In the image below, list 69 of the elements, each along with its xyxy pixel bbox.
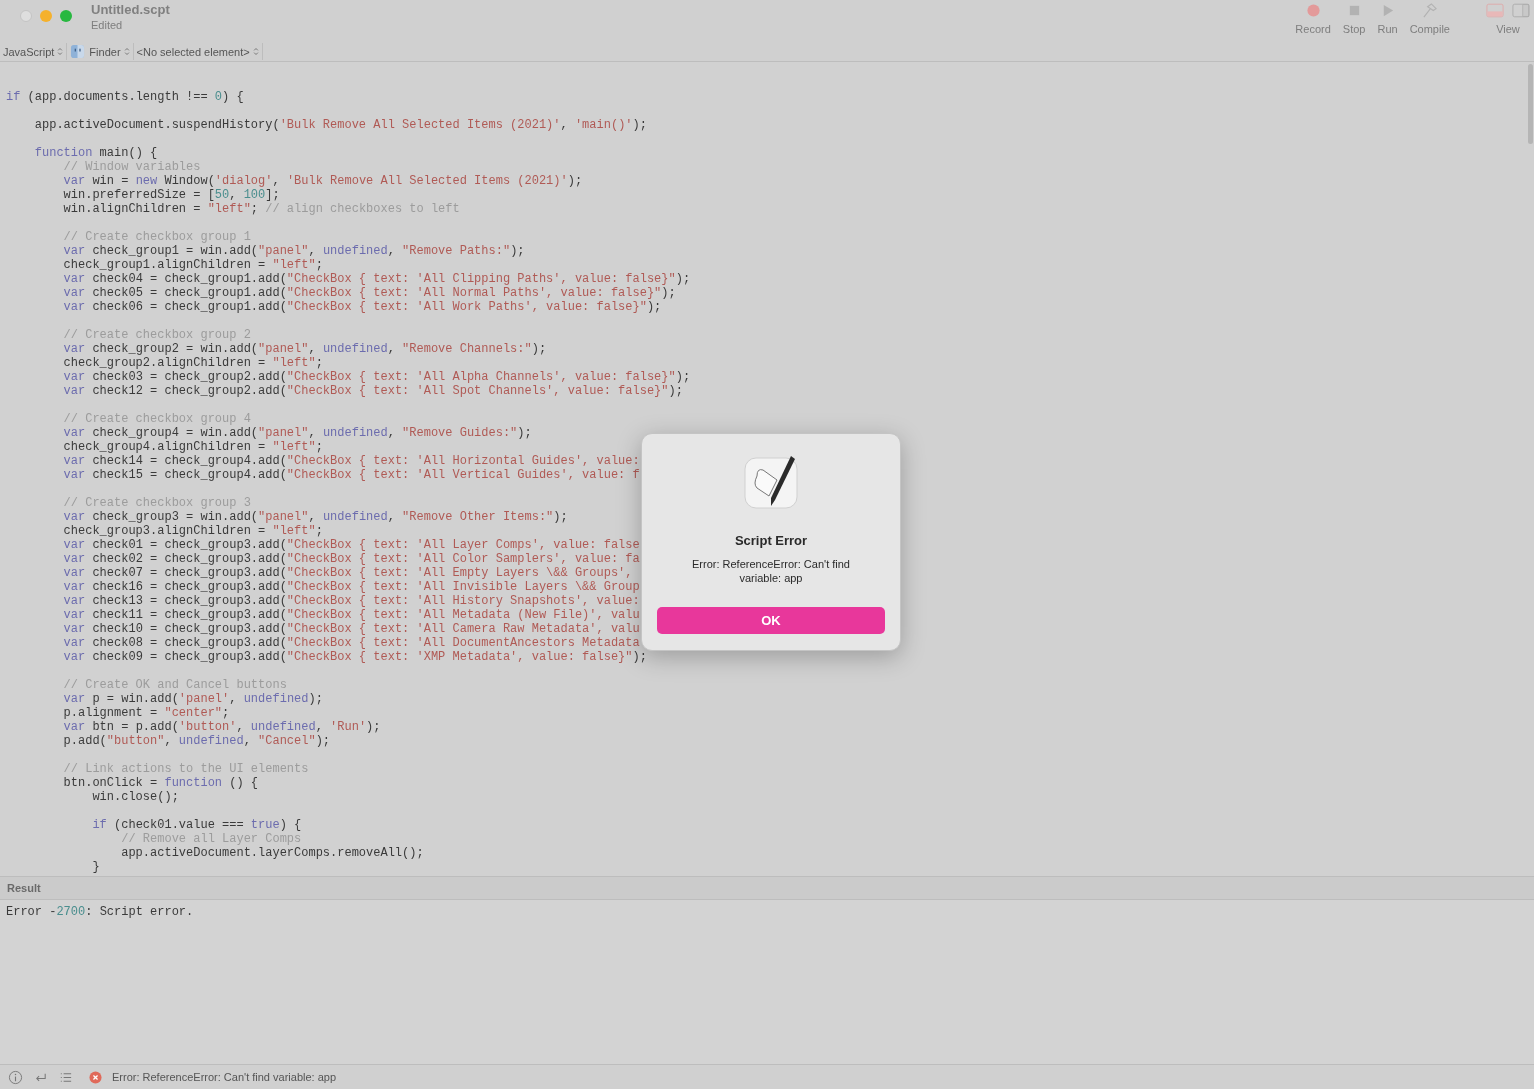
code-line: var check15 = check_group4.add("CheckBox { text: 'All Vertical Guides', value: f (62, 468, 640, 482)
zoom-button[interactable] (60, 10, 72, 22)
code-line: } (91, 860, 100, 874)
hammer-icon (1422, 3, 1438, 18)
code-line: var check_group2 = win.add("panel", undefined, "Remove Channels:"); (62, 342, 547, 356)
minimize-button[interactable] (40, 10, 52, 22)
code-line: check_group4.alignChildren = "left"; (62, 440, 323, 454)
code-line: var check06 = check_group1.add("CheckBox { text: 'All Work Paths', value: false}"); (62, 300, 662, 314)
result-title: Result (7, 882, 41, 894)
popup-button[interactable]: <No selected element> (133, 43, 263, 60)
application-popup[interactable]: Finder (67, 43, 134, 60)
code-line: if (check01.value === true) { (91, 818, 302, 832)
scrollbar-thumb[interactable] (1528, 64, 1533, 144)
popup-button[interactable]: JavaScript (0, 43, 68, 60)
code-line: app.activeDocument.layerComps.removeAll(); (120, 846, 424, 860)
paper-and-pen-icon (743, 454, 799, 510)
code-line: var check09 = check_group3.add("CheckBox { text: 'XMP Metadata', value: false}"); (62, 650, 647, 664)
side-panel-icon[interactable] (1512, 3, 1530, 18)
updown-icon (252, 47, 259, 56)
code-line: var p = win.add('panel', undefined); (62, 692, 323, 706)
stop-button[interactable]: Stop (1336, 3, 1372, 35)
code-line: var check_group1 = win.add("panel", undefined, "Remove Paths:"); (62, 244, 525, 258)
code-line: var check11 = check_group3.add("CheckBox { text: 'All Metadata (New File)', valu (62, 608, 640, 622)
close-button[interactable] (20, 10, 32, 22)
code-line: var check07 = check_group3.add("CheckBox { text: 'All Empty Layers \&& Groups', (62, 566, 633, 580)
run-button[interactable]: Run (1371, 3, 1404, 35)
dialog-title: Script Error (734, 533, 808, 548)
code-line: check_group3.alignChildren = "left"; (62, 524, 323, 538)
compile-button[interactable]: Compile (1403, 3, 1456, 35)
code-line: win.preferredSize = [50, 100]; (62, 188, 280, 202)
code-line: win.close(); (91, 790, 179, 804)
code-line: function main() { (33, 146, 158, 160)
code-line: var win = new Window('dialog', 'Bulk Remove All Selected Items (2021)'); (62, 174, 583, 188)
info-icon[interactable] (8, 1069, 23, 1085)
code-line: var check14 = check_group4.add("CheckBox { text: 'All Horizontal Guides', value: (62, 454, 640, 468)
code-line: app.activeDocument.suspendHistory('Bulk Remove All Selected Items (2021)', 'main()'); (33, 118, 647, 132)
document-status: Edited (91, 18, 124, 32)
code-line: var check10 = check_group3.add("CheckBox { text: 'All Camera Raw Metadata', valu (62, 622, 640, 636)
updown-icon (57, 47, 64, 56)
code-line: var check03 = check_group2.add("CheckBox { text: 'All Alpha Channels', value: false}"); (62, 370, 691, 384)
view-control[interactable]: View (1486, 3, 1530, 35)
code-line: var check01 = check_group3.add("CheckBox { text: 'All Layer Comps', value: false (62, 538, 640, 552)
bottom-panel-icon[interactable] (1486, 3, 1504, 18)
code-line: var check05 = check_group1.add("CheckBox { text: 'All Normal Paths', value: false}"); (62, 286, 676, 300)
record-button[interactable]: Record (1289, 3, 1337, 35)
record-icon (1305, 3, 1321, 18)
code-line: check_group1.alignChildren = "left"; (62, 258, 323, 272)
window-title: Untitled.scpt (91, 2, 170, 18)
code-line: p.alignment = "center"; (62, 706, 230, 720)
code-line: var check13 = check_group3.add("CheckBox { text: 'All History Snapshots', value: (62, 594, 640, 608)
dialog-message: Error: ReferenceError: Can't find variable: app (691, 557, 851, 585)
error-icon (89, 1070, 102, 1084)
status-message: Error: ReferenceError: Can't find variable: app (112, 1071, 337, 1083)
ok-button[interactable]: OK (657, 607, 885, 634)
code-line: var check_group3 = win.add("panel", undefined, "Remove Other Items:"); (62, 510, 568, 524)
updown-icon (123, 47, 130, 56)
code-line: p.add("button", undefined, "Cancel"); (62, 734, 331, 748)
code-line: var check_group4 = win.add("panel", undefined, "Remove Guides:"); (62, 426, 532, 440)
code-line: var check04 = check_group1.add("CheckBox { text: 'All Clipping Paths', value: false}"); (62, 272, 691, 286)
code-line: var check08 = check_group3.add("CheckBox { text: 'All DocumentAncestors Metadata (62, 636, 640, 650)
code-line: var check12 = check_group2.add("CheckBox { text: 'All Spot Channels', value: false}"); (62, 384, 683, 398)
code-line: var check16 = check_group3.add("CheckBox { text: 'All Invisible Layers \&& Group (62, 580, 640, 594)
app-icon (70, 44, 86, 59)
code-line: btn.onClick = function () { (62, 776, 259, 790)
code-line: check_group2.alignChildren = "left"; (62, 356, 323, 370)
code-line: if (app.documents.length !== 0) { (6, 90, 244, 104)
code-line: var check02 = check_group3.add("CheckBox { text: 'All Color Samplers', value: fa (62, 552, 640, 566)
code-line: var btn = p.add('button', undefined, 'Run'); (62, 720, 381, 734)
result-line: Error -2700: Script error. (6, 905, 194, 919)
